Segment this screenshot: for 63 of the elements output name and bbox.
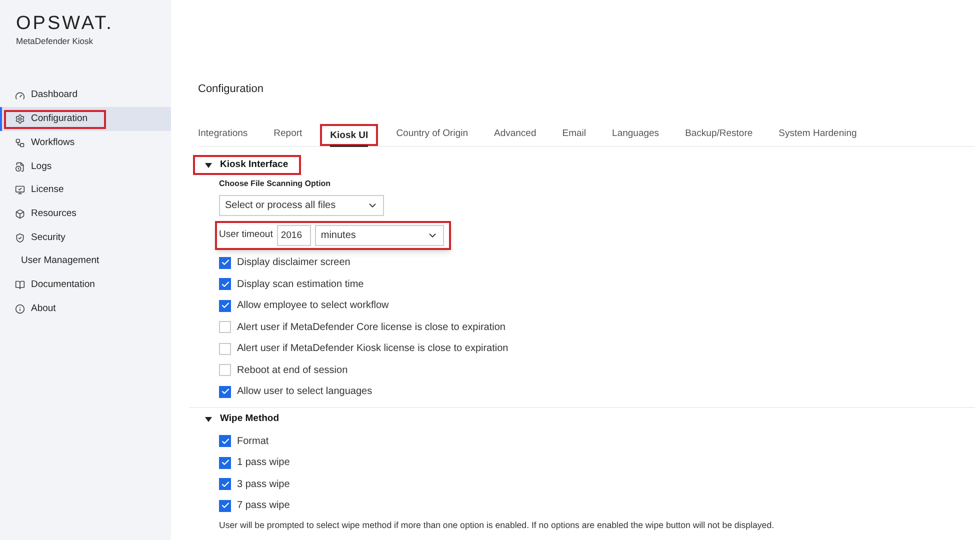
checkbox[interactable] xyxy=(219,321,231,334)
checkbox[interactable] xyxy=(219,435,231,448)
checkbox[interactable] xyxy=(219,300,231,312)
checkbox[interactable] xyxy=(219,386,231,398)
checkbox[interactable] xyxy=(219,500,231,512)
field-label: User timeout xyxy=(219,228,273,242)
log-icon xyxy=(15,162,25,172)
logo: OPSWAT. xyxy=(16,14,114,34)
checkbox[interactable] xyxy=(219,478,231,490)
sidebar-item[interactable]: Configuration xyxy=(0,107,171,132)
checkbox-label: Format xyxy=(237,434,269,449)
sidebar-item[interactable]: Documentation xyxy=(0,273,171,297)
sidebar-item[interactable]: About xyxy=(0,296,171,321)
info-icon xyxy=(15,304,25,314)
scan-option-dropdown[interactable]: Select or process all files xyxy=(219,195,384,216)
tab[interactable]: Integrations xyxy=(198,124,256,146)
checkbox-label: 7 pass wipe xyxy=(237,499,290,514)
checkbox-label: Reboot at end of session xyxy=(237,364,348,378)
tab[interactable]: Kiosk UI xyxy=(320,124,378,146)
sidebar-item[interactable]: Logs xyxy=(0,154,171,178)
tab[interactable]: System Hardening xyxy=(770,124,865,146)
sidebar-item[interactable]: Resources xyxy=(0,202,171,226)
caret-icon[interactable] xyxy=(205,417,212,422)
checkbox-label: Display scan estimation time xyxy=(237,278,364,292)
sidebar-item[interactable]: License xyxy=(0,178,171,202)
tab[interactable]: Report xyxy=(266,124,310,146)
checkbox-label: Allow employee to select workflow xyxy=(237,299,389,314)
sidebar-item[interactable]: Dashboard xyxy=(0,84,171,108)
monitor-icon xyxy=(15,185,25,196)
checkbox-label: 3 pass wipe xyxy=(237,478,290,492)
tab[interactable]: Email xyxy=(554,124,594,146)
field-label: Choose File Scanning Option xyxy=(219,178,332,190)
tab[interactable]: Backup/Restore xyxy=(677,124,761,146)
section-header[interactable]: Wipe Method xyxy=(193,408,975,430)
wipe-note: User will be prompted to select wipe method if more than one option is enabled. If no options are enabled the wipe button will not be displayed. xyxy=(219,518,776,532)
unit-dropdown[interactable]: minutes xyxy=(314,225,444,246)
gear-icon xyxy=(15,114,25,124)
sidebar-item[interactable]: Security xyxy=(0,226,171,250)
tab[interactable]: Languages xyxy=(604,124,668,146)
book-icon xyxy=(15,280,25,290)
checkbox[interactable] xyxy=(219,456,231,469)
gauge-icon xyxy=(15,90,25,101)
page-title: Configuration xyxy=(197,82,264,97)
product-name: MetaDefender Kiosk xyxy=(16,35,94,48)
checkbox-label: 1 pass wipe xyxy=(237,456,290,470)
checkbox[interactable] xyxy=(219,364,231,376)
sidebar-item[interactable]: User Management xyxy=(0,250,171,274)
checkbox-label: Allow user to select languages xyxy=(237,385,372,400)
caret-icon[interactable] xyxy=(205,162,212,168)
checkbox-label: Alert user if MetaDefender Kiosk license is close to expiration xyxy=(237,342,508,356)
tab[interactable]: Advanced xyxy=(486,124,544,146)
tab[interactable]: Country of Origin xyxy=(388,124,476,146)
section-header[interactable]: Kiosk Interface xyxy=(193,155,301,175)
checkbox[interactable] xyxy=(219,342,231,355)
checkbox[interactable] xyxy=(219,278,231,290)
sidebar-item[interactable]: Workflows xyxy=(0,131,171,155)
checkbox-label: Display disclaimer screen xyxy=(237,256,350,270)
checkbox[interactable] xyxy=(219,256,231,269)
checkbox-label: Alert user if MetaDefender Core license is close to expiration xyxy=(237,320,506,335)
shield-icon xyxy=(15,232,25,243)
timeout-input[interactable]: 2016 xyxy=(276,225,311,246)
workflow-icon xyxy=(15,138,25,148)
cube-icon xyxy=(15,209,25,220)
